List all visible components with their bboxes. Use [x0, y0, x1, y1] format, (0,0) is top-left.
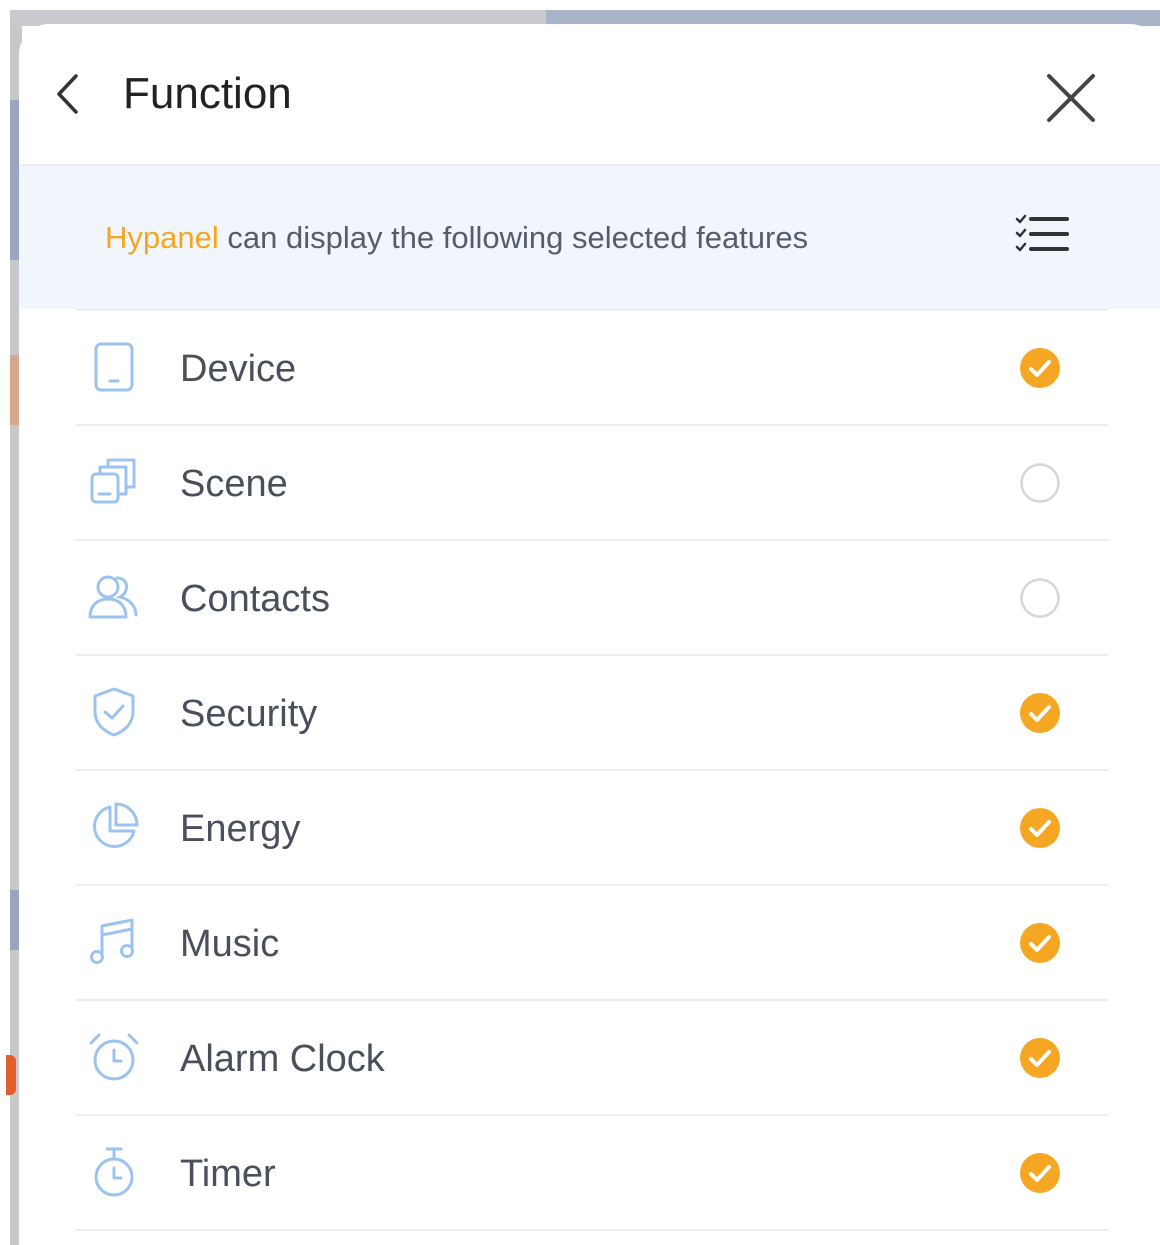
shield-icon: [93, 687, 135, 737]
feature-label: Alarm Clock: [180, 1038, 385, 1080]
music-icon: [90, 918, 134, 964]
close-icon[interactable]: [1041, 70, 1097, 126]
feature-row-device[interactable]: Device: [76, 309, 1108, 424]
checked-icon[interactable]: [1019, 922, 1061, 964]
sheet-header: Function: [19, 24, 1160, 166]
scene-icon: [90, 458, 136, 504]
function-sheet: Function Hypanel can display the followi…: [19, 24, 1160, 1245]
feature-row-timer[interactable]: Timer: [76, 1114, 1108, 1231]
feature-label: Music: [180, 923, 280, 965]
feature-label: Contacts: [180, 578, 330, 620]
feature-label: Energy: [180, 808, 301, 850]
unchecked-icon[interactable]: [1019, 462, 1061, 504]
banner-text: Hypanel can display the following select…: [105, 220, 808, 256]
pie-chart-icon: [93, 802, 139, 848]
checked-icon[interactable]: [1019, 1037, 1061, 1079]
checked-icon[interactable]: [1019, 807, 1061, 849]
banner-description: can display the following selected featu…: [218, 220, 809, 255]
background-edge-block: [6, 1055, 16, 1095]
brand-name: Hypanel: [105, 220, 219, 255]
feature-list: Device Scene Contacts Security Energy Mu…: [76, 309, 1108, 1231]
feature-row-energy[interactable]: Energy: [76, 769, 1108, 884]
feature-row-security[interactable]: Security: [76, 654, 1108, 769]
chevron-left-icon[interactable]: [49, 70, 89, 118]
feature-label: Timer: [180, 1153, 276, 1195]
page-title: Function: [123, 69, 292, 118]
checklist-icon[interactable]: [1015, 214, 1069, 260]
info-banner: Hypanel can display the following select…: [19, 166, 1160, 309]
checked-icon[interactable]: [1019, 347, 1061, 389]
feature-row-music[interactable]: Music: [76, 884, 1108, 999]
checked-icon[interactable]: [1019, 1152, 1061, 1194]
device-icon: [94, 342, 134, 392]
feature-label: Device: [180, 348, 297, 390]
checked-icon[interactable]: [1019, 692, 1061, 734]
alarm-clock-icon: [89, 1033, 139, 1081]
feature-row-scene[interactable]: Scene: [76, 424, 1108, 539]
stopwatch-icon: [94, 1147, 134, 1197]
unchecked-icon[interactable]: [1019, 577, 1061, 619]
feature-label: Scene: [180, 463, 288, 505]
contacts-icon: [88, 575, 138, 619]
feature-row-contacts[interactable]: Contacts: [76, 539, 1108, 654]
feature-label: Security: [180, 693, 318, 735]
feature-row-alarm-clock[interactable]: Alarm Clock: [76, 999, 1108, 1114]
